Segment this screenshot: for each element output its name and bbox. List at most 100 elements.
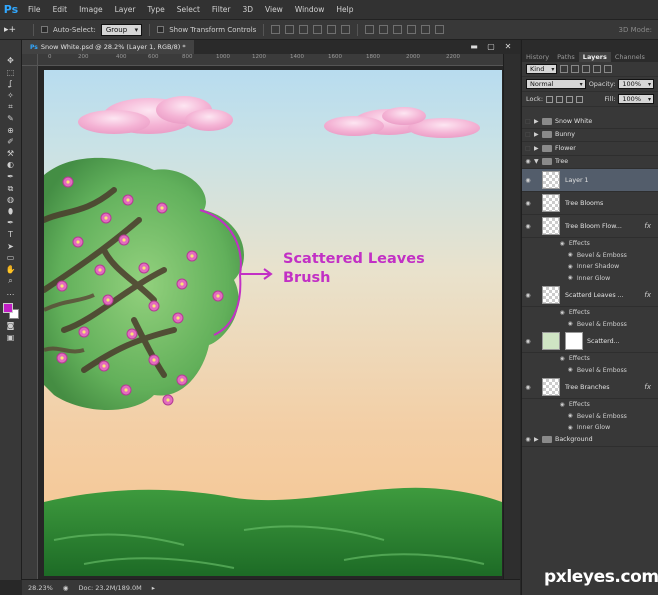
effect-inner-shadow[interactable]: ◉ Inner Shadow — [522, 261, 658, 273]
gradient-tool-icon[interactable]: ⧉ — [4, 184, 18, 194]
eye-icon[interactable]: ◉ — [522, 223, 534, 230]
effects-row[interactable]: ◉ Effects — [522, 399, 658, 411]
chevron-right-icon[interactable]: ▶ — [534, 131, 542, 138]
effects-row[interactable]: ◉ Effects — [522, 238, 658, 250]
distribute-center-icon[interactable] — [421, 25, 431, 34]
color-swatches[interactable] — [2, 303, 19, 320]
chevron-right-icon[interactable]: ▶ — [534, 145, 542, 152]
minimize-icon[interactable]: ▬ — [468, 41, 480, 52]
fx-icon[interactable]: fx — [644, 222, 651, 230]
layer-layer1[interactable]: ◉ Layer 1 — [522, 169, 658, 192]
marquee-tool-icon[interactable]: ⬚ — [4, 68, 18, 78]
zoom-level[interactable]: 28.23% — [28, 584, 53, 592]
eye-icon[interactable]: ◉ — [568, 367, 573, 373]
tab-history[interactable]: History — [522, 52, 553, 62]
canvas-workspace[interactable]: Scattered Leaves Brush — [38, 66, 520, 579]
align-right-icon[interactable] — [341, 25, 351, 34]
ruler-vertical[interactable] — [22, 66, 38, 579]
fill-field[interactable]: 100% — [618, 94, 654, 104]
menu-image[interactable]: Image — [73, 5, 109, 14]
menu-3d[interactable]: 3D — [236, 5, 259, 14]
menu-filter[interactable]: Filter — [206, 5, 237, 14]
layer-tree-branches[interactable]: ◉ Tree Branches fx — [522, 376, 658, 399]
status-menu-icon[interactable]: ▸ — [152, 584, 155, 592]
eye-icon[interactable]: ◉ — [522, 200, 534, 207]
more-tools-icon[interactable]: … — [4, 288, 18, 298]
menu-file[interactable]: File — [22, 5, 47, 14]
eye-icon[interactable]: ◉ — [568, 413, 573, 419]
menu-help[interactable]: Help — [330, 5, 359, 14]
effect-inner-glow[interactable]: ◉ Inner Glow — [522, 422, 658, 434]
layer-group-background[interactable]: ◉ ▶ Background — [522, 434, 658, 447]
distribute-middle-icon[interactable] — [379, 25, 389, 34]
effects-row[interactable]: ◉ Effects — [522, 353, 658, 365]
distribute-right-icon[interactable] — [435, 25, 445, 34]
align-bottom-icon[interactable] — [299, 25, 309, 34]
tab-channels[interactable]: Channels — [611, 52, 649, 62]
eye-icon[interactable]: ◉ — [522, 384, 534, 391]
maximize-icon[interactable]: ▢ — [485, 41, 497, 52]
layer-scatterd-masked[interactable]: ◉ Scatterd... — [522, 330, 658, 353]
auto-select-dropdown[interactable]: Group — [100, 23, 143, 36]
fx-icon[interactable]: fx — [644, 383, 651, 391]
healing-brush-tool-icon[interactable]: ⊕ — [4, 126, 18, 136]
crop-tool-icon[interactable]: ⌗ — [4, 102, 18, 112]
effects-row[interactable]: ◉ Effects — [522, 307, 658, 319]
eraser-tool-icon[interactable]: ✒ — [4, 172, 18, 182]
clone-stamp-tool-icon[interactable]: ⚒ — [4, 149, 18, 159]
screen-mode-icon[interactable]: ▣ — [4, 333, 18, 343]
align-left-icon[interactable] — [313, 25, 323, 34]
blur-tool-icon[interactable]: ◍ — [4, 195, 18, 205]
eye-icon[interactable]: ◉ — [560, 310, 565, 316]
eye-icon[interactable]: ◉ — [522, 177, 534, 184]
lock-all-icon[interactable] — [576, 95, 584, 103]
lasso-tool-icon[interactable]: ʆ — [4, 79, 18, 89]
effect-bevel-emboss[interactable]: ◉ Bevel & Emboss — [522, 411, 658, 423]
path-selection-tool-icon[interactable]: ➤ — [4, 242, 18, 252]
visibility-off-icon[interactable]: □ — [522, 145, 534, 152]
menu-layer[interactable]: Layer — [109, 5, 142, 14]
document-tab[interactable]: Ps Snow White.psd @ 28.2% (Layer 1, RGB/… — [22, 40, 194, 54]
brush-tool-icon[interactable]: ✐ — [4, 137, 18, 147]
effect-bevel-emboss[interactable]: ◉ Bevel & Emboss — [522, 319, 658, 331]
layer-kind-filter[interactable]: Kind — [526, 64, 558, 74]
show-transform-checkbox[interactable] — [157, 26, 165, 33]
document-canvas[interactable]: Scattered Leaves Brush — [44, 70, 502, 576]
chevron-down-icon[interactable]: ▼ — [534, 158, 542, 165]
distribute-left-icon[interactable] — [407, 25, 417, 34]
visibility-off-icon[interactable]: □ — [522, 118, 534, 125]
status-info-icon[interactable]: ◉ — [63, 584, 69, 592]
vertical-scrollbar[interactable] — [503, 54, 520, 579]
layer-tree-bloom-flow[interactable]: ◉ Tree Bloom Flow... fx — [522, 215, 658, 238]
distribute-top-icon[interactable] — [365, 25, 375, 34]
adjustment-filter-icon[interactable] — [571, 65, 580, 73]
lock-position-icon[interactable] — [566, 95, 574, 103]
eye-icon[interactable]: ◉ — [568, 425, 573, 431]
effect-bevel-emboss[interactable]: ◉ Bevel & Emboss — [522, 365, 658, 377]
eye-icon[interactable]: ◉ — [560, 241, 565, 247]
align-top-icon[interactable] — [271, 25, 281, 34]
opacity-field[interactable]: 100% — [618, 79, 654, 89]
layer-scatterd-leaves[interactable]: ◉ Scatterd Leaves ... fx — [522, 284, 658, 307]
eye-icon[interactable]: ◉ — [522, 338, 534, 345]
menu-edit[interactable]: Edit — [47, 5, 74, 14]
lock-transparent-icon[interactable] — [546, 95, 554, 103]
magic-wand-tool-icon[interactable]: ✧ — [4, 91, 18, 101]
type-filter-icon[interactable] — [582, 65, 591, 73]
layer-group-bunny[interactable]: □ ▶ Bunny — [522, 129, 658, 142]
pen-tool-icon[interactable]: ✒ — [4, 218, 18, 228]
layer-group-tree[interactable]: ◉ ▼ Tree — [522, 156, 658, 169]
effect-inner-glow[interactable]: ◉ Inner Glow — [522, 273, 658, 285]
layer-group-snow-white[interactable]: □ ▶ Snow White — [522, 115, 658, 129]
history-brush-tool-icon[interactable]: ◐ — [4, 160, 18, 170]
eye-icon[interactable]: ◉ — [568, 275, 573, 281]
dodge-tool-icon[interactable]: ⬮ — [4, 207, 18, 217]
move-tool-icon[interactable]: ✥ — [4, 56, 18, 66]
eye-icon[interactable]: ◉ — [560, 356, 565, 362]
visibility-off-icon[interactable]: □ — [522, 131, 534, 138]
ruler-corner[interactable] — [22, 54, 38, 66]
eye-icon[interactable]: ◉ — [560, 402, 565, 408]
shape-tool-icon[interactable]: ▭ — [4, 253, 18, 263]
chevron-right-icon[interactable]: ▶ — [534, 118, 542, 125]
move-tool-preset-icon[interactable]: ▸+ — [4, 23, 26, 37]
